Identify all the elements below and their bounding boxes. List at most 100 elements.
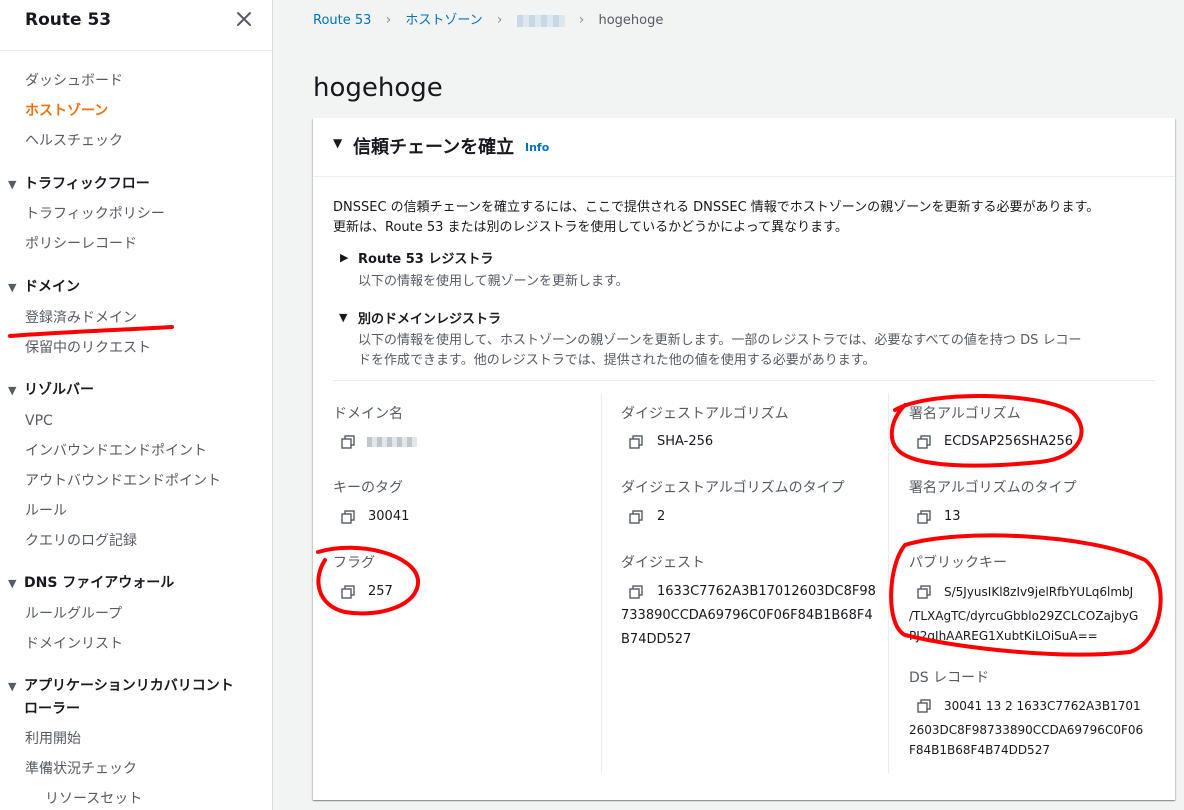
- caret-down-icon[interactable]: ▼: [333, 136, 342, 150]
- ds-record-value-line-2: 2603DC8F98733890CCDA69796C0F06: [909, 723, 1144, 737]
- ds-record-value: 30041 13 2 1633C7762A3B1701: [909, 696, 1171, 716]
- digest-algorithm-label: ダイジェストアルゴリズム: [621, 406, 789, 422]
- other-registrar-body-line-2: ドを作成できます。他のレジストラでは、提供された他の値を使用する必要があります。: [358, 353, 876, 368]
- sidebar-header: Route 53: [0, 0, 272, 51]
- copy-icon[interactable]: [629, 435, 643, 449]
- sidebar-item[interactable]: ルール: [0, 500, 272, 522]
- caret-right-icon[interactable]: ▶: [340, 251, 348, 264]
- public-key-value-line-2: /TLXAgTC/dyrcuGbblo29ZCLCOZajbyG: [909, 609, 1139, 623]
- sidebar-item[interactable]: ポリシーレコード: [0, 233, 272, 255]
- page-title: hogehoge: [313, 73, 443, 104]
- sidebar-item[interactable]: インバウンドエンドポイント: [0, 440, 272, 462]
- signing-algorithm-label: 署名アルゴリズム: [909, 406, 1021, 422]
- panel-title: 信頼チェーンを確立: [353, 137, 515, 158]
- redacted-domain: [367, 436, 417, 447]
- caret-down-icon[interactable]: ▼: [8, 277, 24, 299]
- description-line-1: DNSSEC の信頼チェーンを確立するには、ここで提供される DNSSEC 情報…: [333, 200, 1100, 215]
- domain-name-value: [367, 432, 417, 452]
- sidebar-item[interactable]: 登録済みドメイン: [0, 307, 272, 329]
- chevron-right-icon: ›: [578, 12, 585, 28]
- sidebar-section-label: アプリケーションリカバリコント: [24, 678, 234, 694]
- sidebar-section-toggle[interactable]: ▼ DNS ファイアウォール: [0, 572, 272, 595]
- copy-icon[interactable]: [917, 510, 931, 524]
- breadcrumb-redacted-zone[interactable]: [516, 14, 565, 27]
- sidebar-section-label: トラフィックフロー: [24, 176, 150, 192]
- public-key-value-rest: /TLXAgTC/dyrcuGbblo29ZCLCOZajbyG PJ2gIhA…: [909, 606, 1171, 646]
- sidebar-item[interactable]: リソースセット: [0, 788, 272, 810]
- sidebar-item[interactable]: ホストゾーン: [0, 100, 272, 122]
- copy-icon[interactable]: [917, 435, 931, 449]
- other-registrar-toggle[interactable]: 別のドメインレジストラ: [358, 308, 501, 327]
- caret-down-icon[interactable]: ▼: [8, 676, 24, 698]
- signing-algorithm-type-label: 署名アルゴリズムのタイプ: [909, 480, 1077, 496]
- public-key-value-line-1: S/5JyusIKl8zIv9jelRfbYULq6lmbJ: [944, 585, 1134, 599]
- sidebar-title: Route 53: [25, 10, 112, 30]
- other-registrar-body-line-1: 以下の情報を使用して、ホストゾーンの親ゾーンを更新します。一部のレジストラでは、…: [358, 333, 1082, 348]
- digest-algorithm-type-label: ダイジェストアルゴリズムのタイプ: [621, 480, 845, 496]
- sidebar-section-label: ドメイン: [24, 279, 80, 295]
- sidebar-item[interactable]: ヘルスチェック: [0, 130, 272, 152]
- sidebar-item[interactable]: 利用開始: [0, 728, 272, 750]
- sidebar-item[interactable]: ルールグループ: [0, 603, 272, 625]
- divider: [333, 380, 1155, 381]
- ds-record-label: DS レコード: [909, 670, 990, 686]
- panel-header[interactable]: ▼ 信頼チェーンを確立 Info: [313, 118, 1175, 177]
- sidebar-item[interactable]: アウトバウンドエンドポイント: [0, 470, 272, 492]
- domain-name-label: ドメイン名: [333, 406, 403, 422]
- key-tag-value: 30041: [368, 509, 410, 524]
- sidebar-item[interactable]: ドメインリスト: [0, 633, 272, 655]
- flag-value: 257: [368, 584, 393, 599]
- sidebar-item[interactable]: 保留中のリクエスト: [0, 337, 272, 359]
- digest-value-rest: 733890CCDA69796C0F06F84B1B68F4 B74DD527: [621, 606, 883, 650]
- description-line-2: 更新は、Route 53 または別のレジストラを使用しているかどうかによって異な…: [333, 220, 848, 235]
- signing-algorithm-type-value: 13: [944, 509, 961, 524]
- sidebar-item[interactable]: クエリのログ記録: [0, 530, 272, 552]
- breadcrumb-hosted-zones[interactable]: ホストゾーン: [405, 13, 482, 28]
- ds-record-value-line-3: F84B1B68F4B74DD527: [909, 743, 1050, 757]
- sidebar-section-toggle[interactable]: ▼ ドメイン: [0, 276, 272, 299]
- other-registrar-body: 以下の情報を使用して、ホストゾーンの親ゾーンを更新します。一部のレジストラでは、…: [358, 331, 1158, 371]
- close-icon[interactable]: [234, 9, 254, 29]
- copy-icon[interactable]: [629, 510, 643, 524]
- public-key-value-line-3: PJ2gIhAAREG1XubtKiLOiSuA==: [909, 629, 1098, 643]
- copy-icon[interactable]: [341, 510, 355, 524]
- sidebar-item[interactable]: 準備状況チェック: [0, 758, 272, 780]
- chevron-right-icon: ›: [385, 12, 392, 28]
- chevron-right-icon: ›: [496, 12, 503, 28]
- trust-chain-panel: ▼ 信頼チェーンを確立 Info DNSSEC の信頼チェーンを確立するには、こ…: [313, 118, 1175, 800]
- sidebar: Route 53 ダッシュボード ホストゾーン ヘルスチェック ▼ トラフィックフロート…: [0, 0, 273, 810]
- digest-value-line-1: 1633C7762A3B17012603DC8F98: [657, 584, 876, 599]
- caret-down-icon[interactable]: ▼: [339, 311, 347, 324]
- ds-record-value-line-1: 30041 13 2 1633C7762A3B1701: [944, 699, 1141, 713]
- sidebar-item[interactable]: VPC: [0, 410, 272, 432]
- flag-label: フラグ: [333, 555, 375, 571]
- sidebar-section-label: DNS ファイアウォール: [24, 575, 175, 591]
- digest-algorithm-value: SHA-256: [657, 434, 714, 449]
- key-tag-label: キーのタグ: [333, 480, 403, 496]
- sidebar-section-label-cont: ローラー: [24, 701, 80, 717]
- digest-value-line-3: B74DD527: [621, 632, 692, 647]
- sidebar-section-toggle[interactable]: ▼ トラフィックフロー: [0, 173, 272, 196]
- digest-value-line-2: 733890CCDA69796C0F06F84B1B68F4: [621, 608, 873, 623]
- sidebar-item[interactable]: ダッシュボード: [0, 70, 272, 92]
- caret-down-icon[interactable]: ▼: [8, 380, 24, 402]
- sidebar-item[interactable]: トラフィックポリシー: [0, 203, 272, 225]
- route53-registrar-toggle[interactable]: Route 53 レジストラ: [358, 248, 493, 267]
- copy-icon[interactable]: [341, 585, 355, 599]
- main-content: Route 53 › ホストゾーン › › hogehoge hogehoge …: [273, 0, 1184, 810]
- digest-value: 1633C7762A3B17012603DC8F98: [621, 582, 883, 602]
- copy-icon[interactable]: [341, 435, 355, 449]
- sidebar-section-label: リゾルバー: [24, 382, 94, 398]
- breadcrumb: Route 53 › ホストゾーン › › hogehoge: [313, 10, 663, 31]
- caret-down-icon[interactable]: ▼: [8, 573, 24, 595]
- sidebar-section-toggle[interactable]: ▼ リゾルバー: [0, 379, 272, 402]
- caret-down-icon[interactable]: ▼: [8, 174, 24, 196]
- panel-description: DNSSEC の信頼チェーンを確立するには、ここで提供される DNSSEC 情報…: [333, 198, 1153, 238]
- digest-algorithm-type-value: 2: [657, 509, 666, 524]
- public-key-value: S/5JyusIKl8zIv9jelRfbYULq6lmbJ: [909, 582, 1171, 602]
- signing-algorithm-value: ECDSAP256SHA256: [944, 434, 1074, 449]
- route53-registrar-body: 以下の情報を使用して親ゾーンを更新します。: [358, 274, 629, 289]
- info-link[interactable]: Info: [525, 141, 549, 154]
- breadcrumb-route53[interactable]: Route 53: [313, 13, 371, 28]
- sidebar-section-toggle[interactable]: ▼ アプリケーションリカバリコント ローラー: [0, 675, 272, 719]
